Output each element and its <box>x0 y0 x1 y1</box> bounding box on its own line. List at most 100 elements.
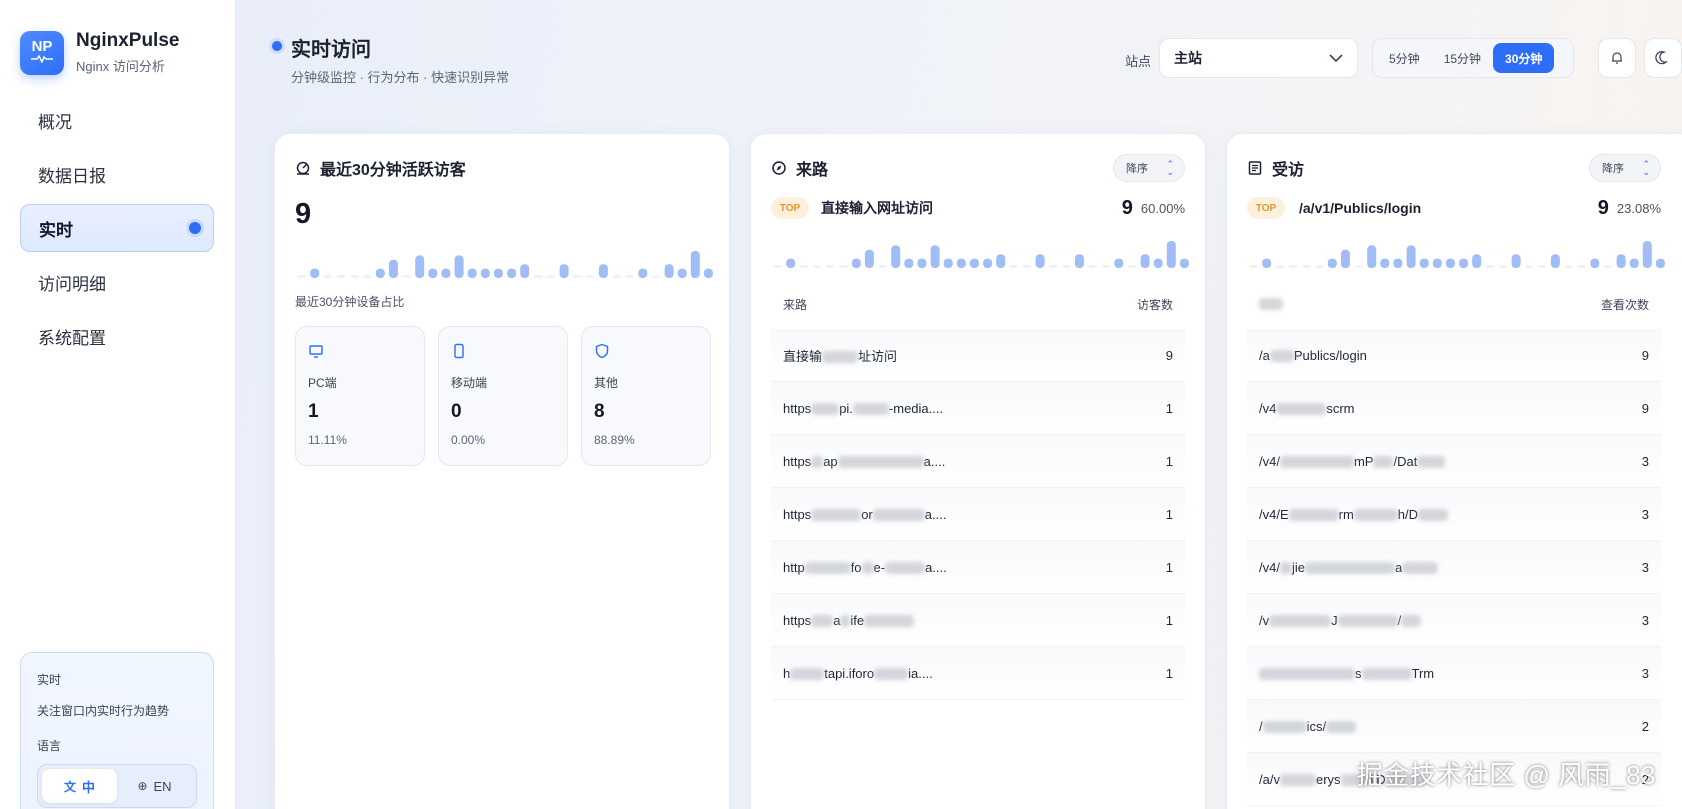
table-row[interactable]: https or a.... 1 <box>771 488 1185 541</box>
sidebar-info-card: 实时 关注窗口内实时行为趋势 语言 文中 ⊕ EN <box>20 652 214 809</box>
spark-bar <box>1472 254 1482 268</box>
spark-bar <box>1101 265 1111 268</box>
spark-bar <box>1048 265 1058 268</box>
spark-bar <box>690 251 700 278</box>
lang-zh-button[interactable]: 文中 <box>42 769 117 803</box>
nav-item-system-config[interactable]: 系统配置 <box>20 312 214 360</box>
translate-icon: 文 <box>63 779 76 794</box>
row-text: J <box>1331 612 1338 628</box>
visitors-title: 最近30分钟活跃访客 <box>320 162 466 179</box>
redacted <box>822 351 859 364</box>
spark-bar <box>904 258 914 268</box>
redacted <box>811 615 834 628</box>
spark-bar <box>1088 265 1098 268</box>
table-row[interactable]: h tapi.iforo ia.... 1 <box>771 647 1185 700</box>
table-row[interactable]: https pi. -media.... 1 <box>771 382 1185 435</box>
row-text: ap <box>823 453 838 469</box>
pages-sort-button[interactable]: 降序 ⌃ ⌄ <box>1589 154 1661 182</box>
top-page-label: /a/v1/Publics/login <box>1299 200 1422 216</box>
theme-toggle-button[interactable] <box>1644 38 1682 78</box>
redacted <box>840 615 851 628</box>
notification-button[interactable] <box>1598 38 1636 78</box>
row-text: a.... <box>924 506 947 522</box>
redacted <box>790 668 825 681</box>
nav-item-overview[interactable]: 概况 <box>20 96 214 144</box>
table-row[interactable]: /v4/E rm h/D 3 <box>1247 488 1661 541</box>
spark-bar <box>625 275 635 278</box>
row-count: 9 <box>1641 400 1649 416</box>
spark-bar <box>428 268 438 278</box>
spark-bar <box>1009 265 1019 268</box>
row-text: scrm <box>1326 400 1355 416</box>
table-row[interactable]: /v4/mP/Dat 3 <box>1247 435 1661 488</box>
spark-bar <box>375 268 385 278</box>
table-row[interactable]: /v4/jie a 3 <box>1247 541 1661 594</box>
table-row[interactable]: s Trm 3 <box>1247 647 1661 700</box>
spark-bar <box>1380 258 1390 268</box>
table-row[interactable]: /v4 scrm 9 <box>1247 382 1661 435</box>
moon-icon <box>1655 50 1669 65</box>
lang-zh-label: 中 <box>82 779 96 795</box>
spark-bar <box>1655 258 1665 268</box>
device-value: 0 <box>451 401 462 422</box>
table-row[interactable]: https a ife 1 <box>771 594 1185 647</box>
table-row[interactable]: / ics/2 <box>1247 700 1661 753</box>
spark-bar <box>1590 258 1600 268</box>
spark-bar <box>1249 265 1259 268</box>
pulse-icon <box>31 55 53 63</box>
redacted <box>861 562 874 575</box>
row-text: http <box>783 559 805 575</box>
spark-bar <box>1314 265 1324 268</box>
range-5min-button[interactable]: 5分钟 <box>1377 43 1432 73</box>
nav-item-access-details[interactable]: 访问明细 <box>20 258 214 306</box>
spark-bar <box>825 265 835 268</box>
row-text: /v4 <box>1259 400 1277 416</box>
shield-icon <box>595 343 609 359</box>
pages-title: 受访 <box>1272 162 1305 179</box>
spark-bar <box>402 275 412 278</box>
table-row[interactable]: /v J/3 <box>1247 594 1661 647</box>
spark-bar <box>878 265 888 268</box>
device-label: 其他 <box>594 376 619 390</box>
pages-sparkline <box>1249 241 1665 268</box>
redacted <box>1259 668 1355 681</box>
nav-item-realtime[interactable]: 实时 <box>20 204 214 252</box>
spark-bar <box>520 264 530 278</box>
nav-item-daily-report[interactable]: 数据日报 <box>20 150 214 198</box>
spark-bar <box>799 265 809 268</box>
spark-bar <box>969 258 979 268</box>
redacted <box>1337 615 1398 628</box>
table-row[interactable]: https ap a.... 1 <box>771 435 1185 488</box>
redacted <box>1373 456 1394 469</box>
spark-bar <box>507 268 517 278</box>
table-row[interactable]: http fo e-a.... 1 <box>771 541 1185 594</box>
spark-bar <box>454 255 464 278</box>
spark-bar <box>493 268 503 278</box>
row-count: 1 <box>1165 559 1173 575</box>
spark-bar <box>1327 258 1337 268</box>
redacted <box>1269 615 1332 628</box>
referer-table: 来路 访客数 直接输 址访问 9 https pi. -media.... 1 https… <box>771 279 1185 700</box>
active-visitors-card: 最近30分钟活跃访客 9 最近30分钟设备占比 PC端 1 11.11% 移动端… <box>274 133 730 809</box>
referer-sparkline <box>773 241 1189 268</box>
row-text: pi. <box>839 400 853 416</box>
row-count: 9 <box>1165 347 1173 363</box>
redacted <box>1276 403 1327 416</box>
spark-bar <box>917 258 927 268</box>
spark-bar <box>864 249 874 268</box>
row-count: 3 <box>1641 453 1649 469</box>
table-row[interactable]: 直接输 址访问 9 <box>771 329 1185 382</box>
lang-en-button[interactable]: ⊕ EN <box>117 769 192 803</box>
spark-bar <box>1153 258 1163 268</box>
document-icon <box>1248 161 1262 175</box>
spark-bar <box>598 264 608 278</box>
range-30min-button[interactable]: 30分钟 <box>1493 43 1555 73</box>
table-row[interactable]: /a Publics/login 9 <box>1247 329 1661 382</box>
site-select[interactable]: 主站 <box>1159 38 1358 78</box>
brand[interactable]: NP NginxPulse Nginx 访问分析 <box>20 30 179 75</box>
redacted <box>1402 562 1439 575</box>
referer-sort-button[interactable]: 降序 ⌃ ⌄ <box>1113 154 1185 182</box>
range-15min-button[interactable]: 15分钟 <box>1432 43 1493 73</box>
col-referer: 来路 <box>783 297 808 312</box>
device-percent: 0.00% <box>451 433 486 447</box>
